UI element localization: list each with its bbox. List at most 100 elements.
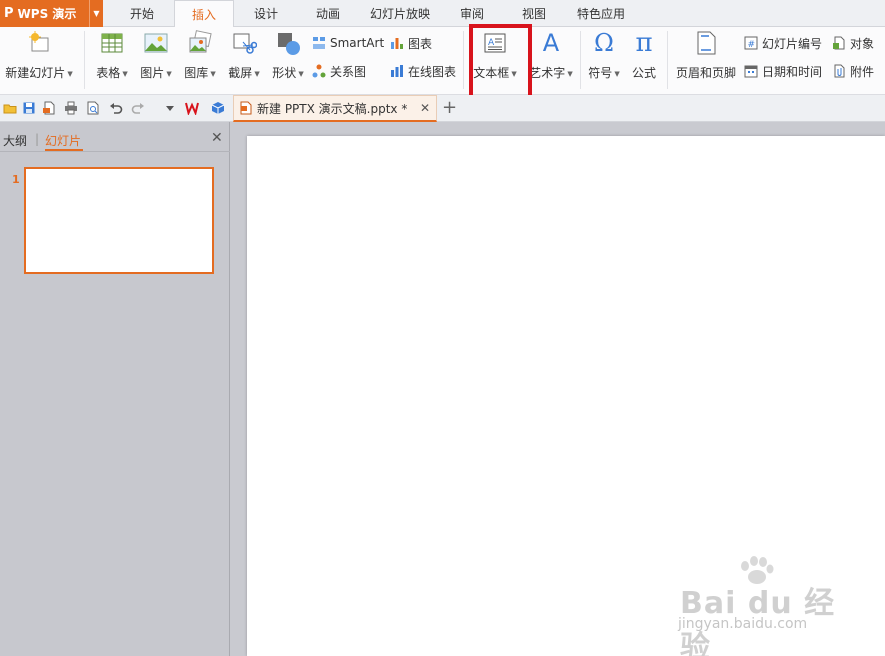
baidu-jingyan-watermark: Bai du 经验 jingyan.baidu.com — [676, 556, 846, 656]
slide-number: 1 — [12, 173, 20, 186]
tab-view[interactable]: 视图 — [504, 0, 564, 27]
symbol-button[interactable]: Ω 符号 ▼ — [584, 30, 624, 81]
attachment-button[interactable]: 附件 — [832, 61, 874, 81]
tab-design[interactable]: 设计 — [236, 0, 296, 27]
picture-button[interactable]: 图片 ▼ — [136, 30, 176, 81]
wordart-button[interactable]: A 艺术字 ▼ — [526, 30, 576, 81]
table-label: 表格 — [96, 66, 121, 80]
screenshot-label: 截屏 — [228, 66, 253, 80]
menu-bar: P WPS 演示 ▼ 开始 插入 设计 动画 幻灯片放映 审阅 视图 特色应用 — [0, 0, 885, 28]
save-icon[interactable] — [22, 101, 36, 115]
picture-label: 图片 — [140, 66, 165, 80]
shapes-icon — [278, 33, 300, 55]
tab-insert[interactable]: 插入 — [174, 0, 234, 28]
new-slide-button[interactable]: 新建幻灯片 ▼ — [2, 30, 76, 81]
document-tab[interactable]: 新建 PPTX 演示文稿.pptx * ✕ — [233, 95, 437, 122]
tab-animation[interactable]: 动画 — [298, 0, 358, 27]
chevron-down-icon[interactable]: ▼ — [89, 0, 103, 27]
watermark-url: jingyan.baidu.com — [678, 616, 808, 632]
relation-chart-button[interactable]: 关系图 — [312, 61, 366, 81]
formula-label: 公式 — [631, 66, 656, 80]
object-icon — [833, 36, 845, 50]
attachment-icon — [834, 64, 845, 78]
close-icon[interactable]: ✕ — [211, 130, 223, 146]
gallery-button[interactable]: 图库 ▼ — [180, 30, 220, 81]
slide-number-button[interactable]: # 幻灯片编号 — [744, 33, 822, 53]
header-footer-button[interactable]: 页眉和页脚 — [675, 30, 737, 81]
smartart-icon — [313, 37, 325, 49]
omega-icon: Ω — [594, 29, 614, 57]
wps-logo-icon: P — [4, 6, 14, 21]
scissors-icon — [233, 33, 257, 54]
cube-icon[interactable] — [211, 101, 225, 115]
tab-home[interactable]: 开始 — [112, 0, 172, 27]
table-icon — [101, 33, 123, 53]
object-label: 对象 — [850, 36, 875, 51]
shape-button[interactable]: 形状 ▼ — [268, 30, 308, 81]
slide-number-label: 幻灯片编号 — [762, 36, 823, 51]
symbol-label: 符号 — [588, 66, 613, 80]
app-name: WPS 演示 — [17, 7, 77, 21]
tab-divider: | — [35, 132, 40, 146]
slides-panel: 大纲 | 幻灯片 ✕ 1 — [0, 122, 230, 656]
ribbon-separator — [463, 31, 464, 89]
smartart-button[interactable]: SmartArt — [312, 33, 384, 53]
print-icon[interactable] — [64, 101, 78, 115]
customize-dropdown-icon[interactable] — [163, 101, 177, 115]
close-icon[interactable]: ✕ — [420, 101, 430, 115]
screenshot-button[interactable]: 截屏 ▼ — [224, 30, 264, 81]
tab-review[interactable]: 审阅 — [442, 0, 502, 27]
new-slide-icon — [29, 31, 49, 52]
picture-icon — [144, 33, 168, 53]
header-footer-label: 页眉和页脚 — [675, 66, 736, 80]
smartart-label: SmartArt — [330, 36, 385, 50]
svg-text:#: # — [748, 40, 756, 50]
gallery-icon — [189, 30, 212, 53]
wordart-label: 艺术字 — [529, 66, 566, 80]
online-chart-button[interactable]: 在线图表 — [390, 61, 456, 81]
open-folder-icon[interactable] — [3, 101, 17, 115]
gallery-label: 图库 — [184, 66, 209, 80]
date-time-button[interactable]: 日期和时间 — [744, 61, 822, 81]
pi-icon: π — [635, 28, 653, 58]
wordart-icon: A — [542, 29, 560, 57]
relation-icon — [312, 64, 326, 78]
export-pdf-icon[interactable] — [42, 101, 56, 115]
document-title: 新建 PPTX 演示文稿.pptx * — [257, 101, 408, 116]
slides-panel-header: 大纲 | 幻灯片 ✕ — [0, 122, 230, 152]
tab-outline[interactable]: 大纲 — [3, 132, 27, 149]
ribbon-separator — [84, 31, 85, 89]
online-chart-icon — [391, 65, 403, 77]
formula-button[interactable]: π 公式 — [626, 30, 662, 81]
ribbon-separator — [580, 31, 581, 89]
textbox-highlight-box — [469, 24, 532, 99]
chart-label: 图表 — [408, 36, 433, 51]
attachment-label: 附件 — [850, 64, 875, 79]
pptx-file-icon — [240, 101, 252, 115]
add-tab-icon[interactable]: + — [442, 97, 457, 118]
quick-access-bar: 新建 PPTX 演示文稿.pptx * ✕ + — [0, 95, 885, 122]
table-button[interactable]: 表格 ▼ — [92, 30, 132, 81]
tab-slides[interactable]: 幻灯片 — [45, 132, 81, 149]
calendar-icon — [744, 65, 758, 78]
new-slide-label: 新建幻灯片 — [5, 66, 66, 80]
tab-slideshow[interactable]: 幻灯片放映 — [360, 0, 440, 27]
redo-icon[interactable] — [131, 101, 145, 115]
bar-chart-icon — [391, 38, 403, 49]
slide-number-icon: # — [744, 36, 758, 50]
undo-icon[interactable] — [109, 101, 123, 115]
relation-label: 关系图 — [330, 64, 367, 79]
print-preview-icon[interactable] — [86, 101, 100, 115]
slide-thumbnail[interactable] — [24, 167, 214, 274]
wps-w-logo-icon[interactable] — [185, 101, 199, 115]
shape-label: 形状 — [272, 66, 297, 80]
app-menu-button[interactable]: P WPS 演示 ▼ — [0, 0, 103, 27]
object-button[interactable]: 对象 — [832, 33, 874, 53]
ribbon-separator — [667, 31, 668, 89]
ribbon-insert: 新建幻灯片 ▼ 表格 ▼ 图片 ▼ 图库 ▼ 截屏 ▼ 形状 ▼ SmartAr… — [0, 27, 885, 95]
header-footer-icon — [697, 31, 716, 55]
chart-button[interactable]: 图表 — [390, 33, 432, 53]
date-time-label: 日期和时间 — [762, 64, 823, 79]
online-chart-label: 在线图表 — [408, 64, 457, 79]
tab-special[interactable]: 特色应用 — [566, 0, 636, 27]
